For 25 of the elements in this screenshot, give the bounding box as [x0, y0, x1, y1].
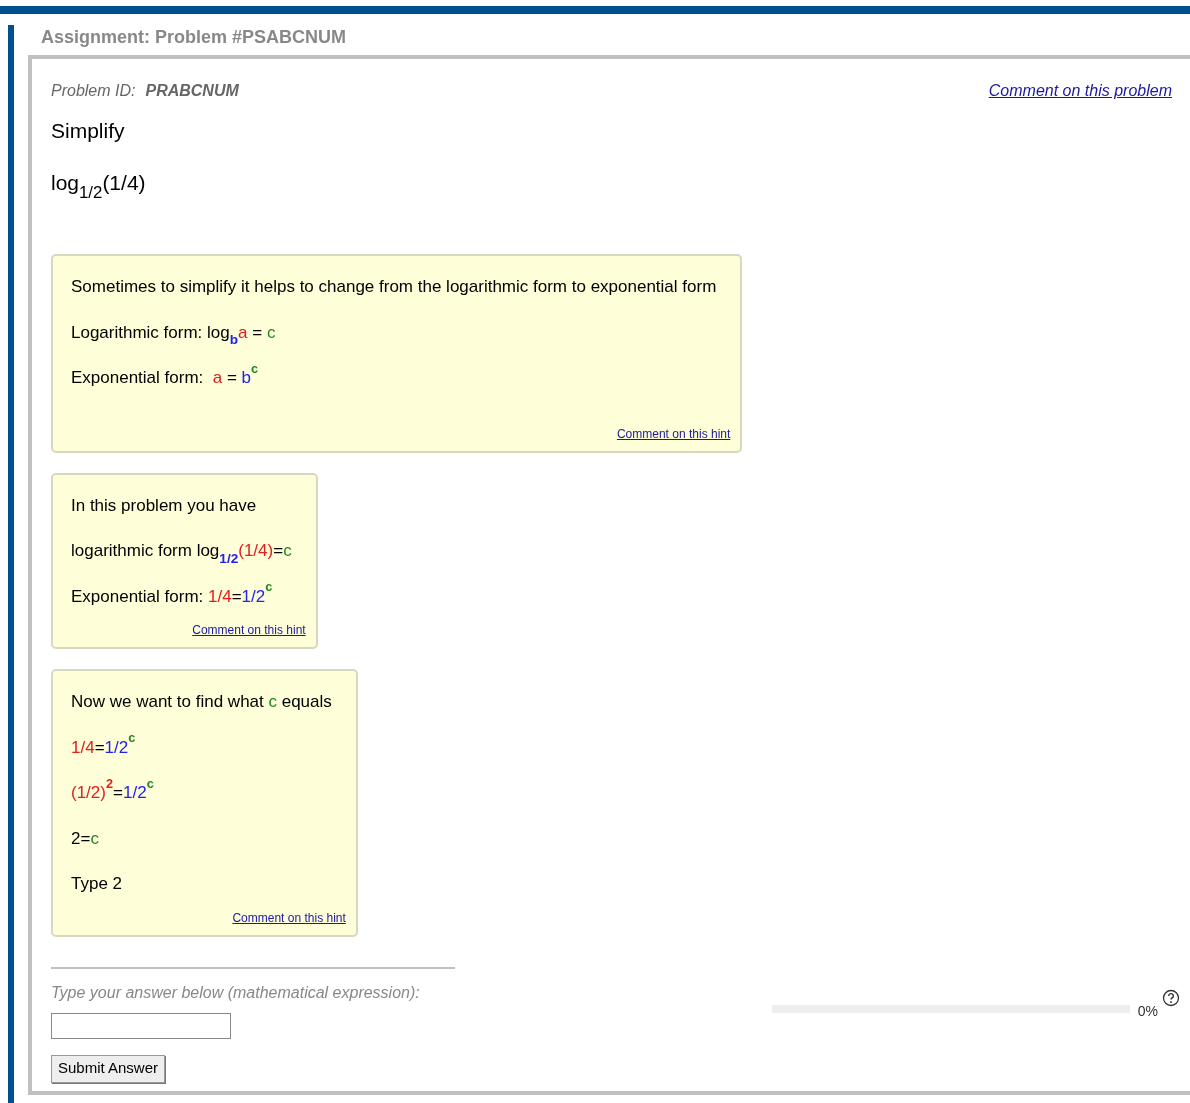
hint-text: Type 2: [71, 873, 124, 895]
hint-text: 1/4=1/2$^{c}$: [71, 734, 137, 759]
help-icon[interactable]: [1162, 988, 1180, 1007]
hint-text: Now we want to find what c equals: [71, 691, 333, 713]
hint-text: 2=c: [71, 827, 100, 850]
hint-text: Exponential form: a = b$^{c}$: [71, 365, 260, 389]
hint-text: logarithmic form log$_{1/2}$(1/4)=c: [71, 540, 293, 564]
hint-text: (1/2)$^{2}$=1/2$^{c}$: [71, 780, 155, 804]
progress-reading: 0%: [1137, 1001, 1158, 1021]
submit-button[interactable]: Submit Answer: [51, 1054, 166, 1083]
hint-text: In this problem you have: [71, 494, 258, 517]
assignment-title: Assignment: Problem #PSABCNUM: [41, 26, 348, 49]
comment-link[interactable]: Comment on this hint: [192, 621, 306, 639]
hint-text: Exponential form: 1/4=1/2$^{c}$: [71, 583, 274, 608]
comment-link[interactable]: Comment on this hint: [616, 424, 731, 443]
comment-link[interactable]: Comment on this hint: [232, 908, 346, 927]
comment-link[interactable]: Comment on this problem: [988, 79, 1172, 103]
hint-text: Sometimes to simplify it helps to change from the logarithmic form to exponential form: [71, 276, 718, 298]
problem-id: PRABCNUM: [145, 81, 239, 101]
hint-text: Logarithmic form: log$_{b}$a = c: [71, 321, 277, 345]
problem-expression: log$_{1/2}$(1/4): [51, 169, 147, 198]
answer-field[interactable]: [51, 1012, 231, 1039]
answer-prompt: Type your answer below (mathematical expression):: [51, 982, 420, 1003]
problem-id-label: Problem ID:: [51, 81, 136, 101]
instruction-text: Simplify: [51, 118, 126, 144]
